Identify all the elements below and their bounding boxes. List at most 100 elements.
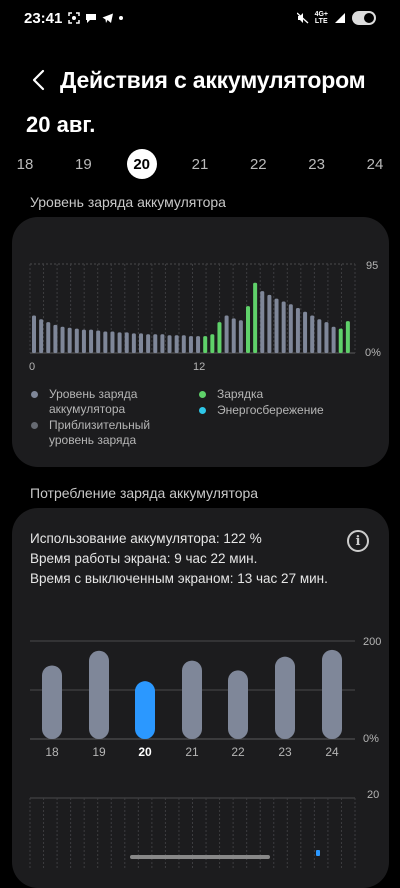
usage-section-title: Потребление заряда аккумулятора [30, 485, 259, 501]
charging-bar [217, 322, 222, 353]
level-bar [196, 336, 201, 353]
level-bar [32, 315, 36, 353]
legend-dot-estimated [31, 422, 38, 429]
telegram-icon [102, 13, 114, 23]
charging-bar [345, 321, 350, 353]
usage-x-label-22: 22 [231, 745, 245, 759]
charging-bar [246, 306, 250, 353]
level-bar [110, 331, 115, 353]
level-bar [53, 324, 58, 353]
level-bar [39, 319, 44, 353]
legend-dot-power-saving [199, 407, 206, 414]
level-bar [295, 308, 300, 353]
x-tick-0: 0 [29, 361, 35, 373]
legend-estimated: Приблизительный уровень заряда [31, 418, 181, 448]
level-bar [139, 333, 143, 353]
usage-x-label-24: 24 [325, 745, 339, 759]
usage-x-label-21: 21 [185, 745, 199, 759]
battery-level-card: 95 0% 0 12 Уровень заряда аккумулятора З… [12, 217, 389, 467]
level-bar [103, 331, 108, 353]
usage-bar-18[interactable] [42, 665, 62, 740]
usage-bar-19[interactable] [89, 650, 109, 739]
level-bar [67, 327, 72, 353]
charging-bar [338, 328, 343, 353]
level-bar [310, 315, 315, 353]
day-selector: 18 19 20 21 22 23 24 [10, 148, 390, 180]
level-bar [124, 332, 129, 353]
day-chip-24[interactable]: 24 [360, 149, 390, 179]
level-bar [231, 318, 236, 353]
charging-bar [203, 336, 208, 353]
legend-estimated-label: Приблизительный уровень заряда [49, 418, 151, 447]
level-bar [131, 333, 136, 353]
home-indicator[interactable] [130, 855, 270, 859]
info-icon: i [355, 533, 361, 549]
level-bar [188, 336, 193, 353]
status-bar: 23:41 4G+ LTE [0, 0, 400, 36]
usage-y-tick-top: 200 [363, 636, 381, 648]
info-button[interactable]: i [347, 530, 369, 552]
level-bar [224, 315, 229, 353]
legend-power-saving: Энергосбережение [199, 403, 369, 418]
level-bar [81, 329, 86, 353]
level-bar [167, 335, 172, 353]
usage-x-label-20: 20 [138, 745, 152, 759]
level-bar [288, 304, 293, 353]
day-chip-22[interactable]: 22 [243, 149, 273, 179]
usage-bar-24[interactable] [322, 649, 342, 739]
day-chip-18[interactable]: 18 [10, 149, 40, 179]
level-bar [181, 335, 186, 353]
level-bar [317, 319, 322, 353]
screenshot-icon [68, 12, 81, 24]
legend-power-saving-label: Энергосбережение [217, 403, 324, 417]
level-section-title: Уровень заряда аккумулятора [30, 194, 226, 210]
day-chip-23[interactable]: 23 [302, 149, 332, 179]
date-heading: 20 авг. [26, 112, 96, 137]
level-bar [331, 326, 336, 353]
day-chip-21[interactable]: 21 [185, 149, 215, 179]
usage-bar-20[interactable] [135, 681, 155, 739]
back-button[interactable] [16, 58, 60, 102]
level-bar [274, 298, 279, 353]
usage-x-label-23: 23 [278, 745, 292, 759]
usage-bar-23[interactable] [275, 656, 295, 739]
header: Действия с аккумулятором [0, 58, 400, 102]
page-title: Действия с аккумулятором [60, 66, 366, 93]
level-bar [160, 334, 165, 353]
more-notifications-icon [119, 16, 124, 20]
battery-level-chart: 95 0% 0 12 [29, 260, 381, 373]
charging-bar [210, 334, 215, 353]
usage-y-tick-bottom: 0% [363, 733, 379, 745]
level-bar [174, 335, 179, 353]
network-type: 4G+ LTE [314, 11, 328, 25]
usage-total: Использование аккумулятора: 122 % [30, 531, 262, 546]
level-bar [46, 322, 51, 353]
chevron-left-icon [32, 69, 45, 91]
level-bar [117, 332, 122, 353]
legend-dot-charging [199, 391, 206, 398]
level-bar [324, 322, 329, 353]
notification-icons [68, 12, 124, 24]
charging-bar [253, 282, 258, 353]
usage-bar-21[interactable] [182, 660, 202, 739]
hourly-bar [316, 850, 320, 856]
level-bar [281, 301, 286, 353]
usage-screen-off: Время с выключенным экраном: 13 час 27 м… [30, 571, 328, 586]
legend-level-label: Уровень заряда аккумулятора [49, 387, 138, 416]
system-icons: 4G+ LTE [296, 11, 376, 25]
level-bar [153, 334, 158, 353]
usage-screen-on: Время работы экрана: 9 час 22 мин. [30, 551, 258, 566]
level-bar [146, 334, 151, 353]
level-bar [238, 320, 243, 353]
battery-usage-chart: 200 0% 18 19 20 21 22 23 24 20 [29, 636, 381, 868]
mute-icon [296, 12, 308, 24]
battery-usage-card: Использование аккумулятора: 122 % Время … [12, 508, 389, 888]
day-chip-19[interactable]: 19 [68, 149, 98, 179]
day-chip-20[interactable]: 20 [126, 149, 157, 179]
level-bar [96, 330, 101, 353]
legend-level: Уровень заряда аккумулятора [31, 387, 181, 417]
legend-charging-label: Зарядка [217, 387, 264, 401]
usage-bar-22[interactable] [228, 670, 248, 739]
level-bar [260, 291, 265, 353]
level-bar [303, 311, 308, 353]
